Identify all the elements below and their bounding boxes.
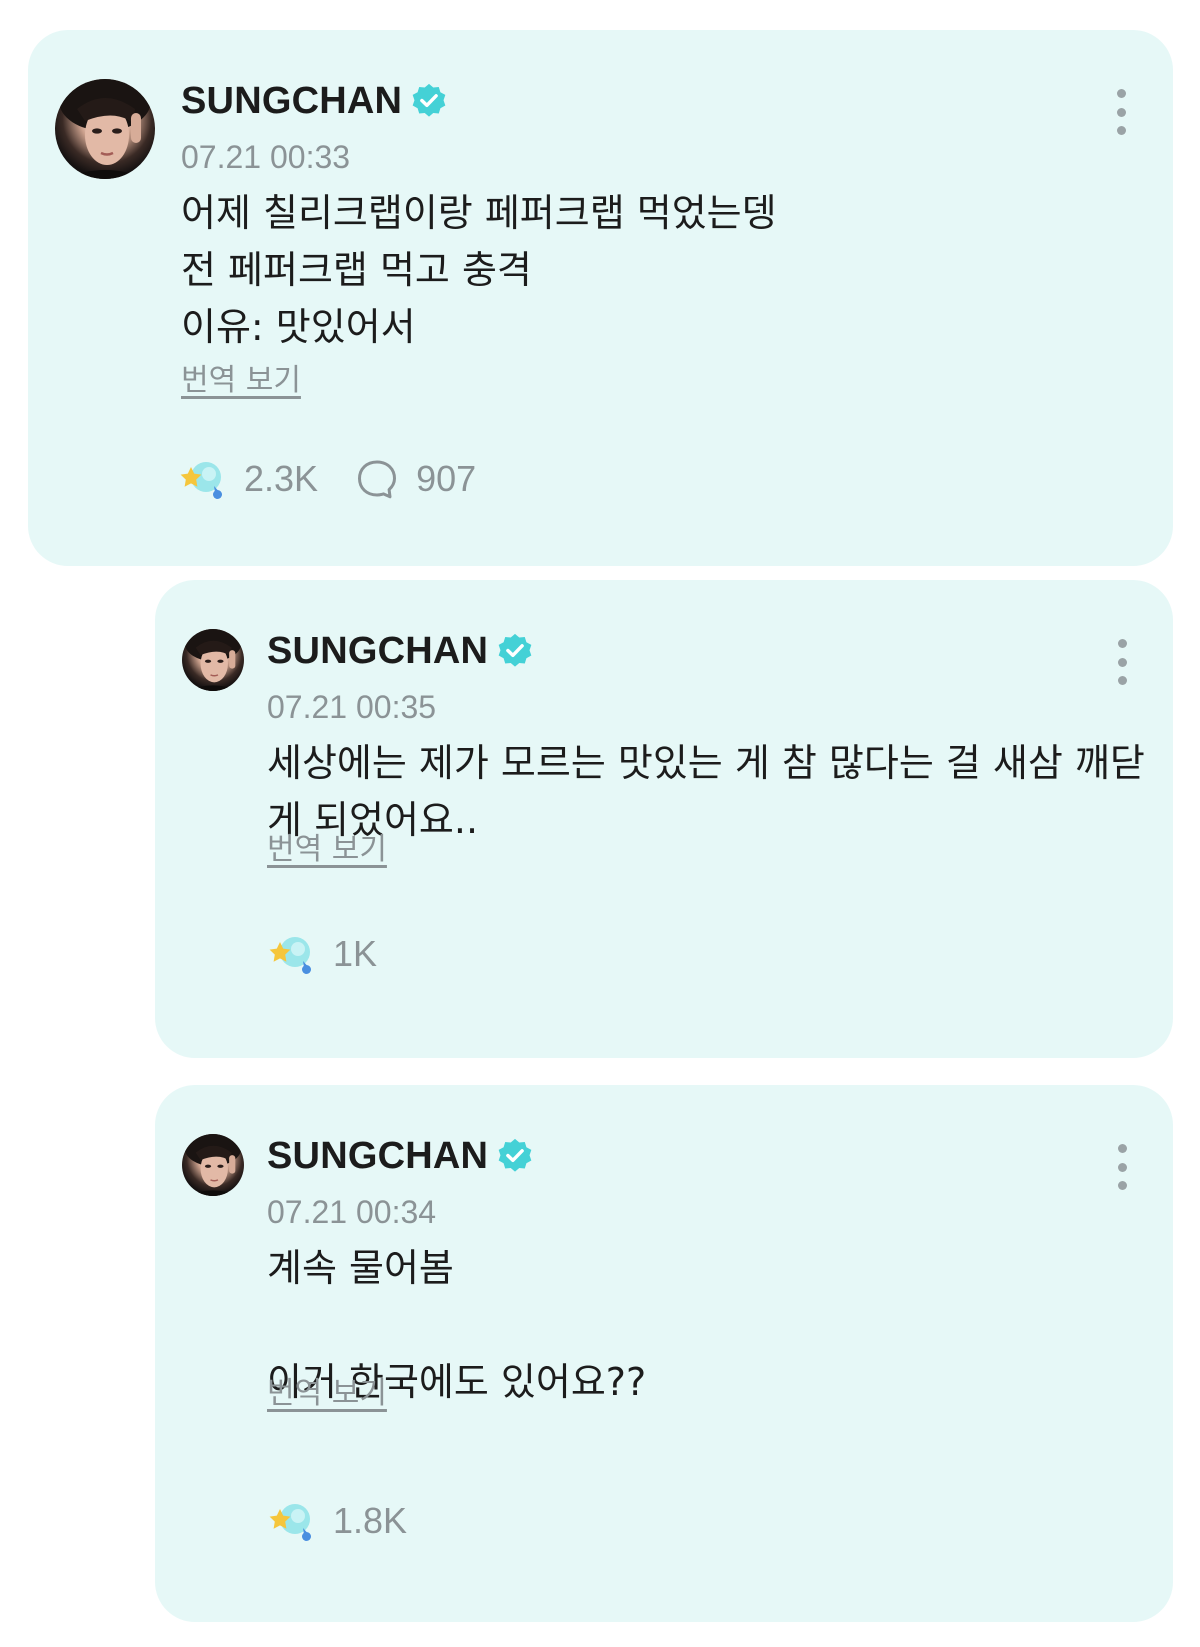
timestamp: 07.21 00:34 xyxy=(267,1194,437,1230)
avatar[interactable] xyxy=(182,629,244,691)
avatar[interactable] xyxy=(55,79,155,179)
translate-link[interactable]: 번역 보기 xyxy=(181,366,301,396)
reply-card: SUNGCHAN 07.21 00:34 계속 물어봄 이거 한국에도 있어요?… xyxy=(155,1085,1173,1622)
reaction-count: 2.3K xyxy=(244,458,319,499)
reaction-count: 1.8K xyxy=(333,1500,408,1541)
comment-icon[interactable] xyxy=(356,458,398,500)
translate-link[interactable]: 번역 보기 xyxy=(267,835,387,865)
verified-badge-icon xyxy=(410,82,448,120)
more-options-icon[interactable] xyxy=(1115,639,1129,685)
reaction-count: 1K xyxy=(333,933,378,974)
verified-badge-icon xyxy=(496,1137,534,1175)
author-name[interactable]: SUNGCHAN xyxy=(181,82,402,120)
reaction-icon[interactable] xyxy=(267,1497,315,1545)
post-header: SUNGCHAN xyxy=(267,1137,534,1175)
author-name[interactable]: SUNGCHAN xyxy=(267,632,488,670)
more-options-icon[interactable] xyxy=(1115,1144,1129,1190)
post-header: SUNGCHAN xyxy=(181,82,448,120)
translate-link[interactable]: 번역 보기 xyxy=(267,1379,387,1409)
author-name[interactable]: SUNGCHAN xyxy=(267,1137,488,1175)
reaction-icon[interactable] xyxy=(178,455,226,503)
avatar[interactable] xyxy=(182,1134,244,1196)
post-stats: 2.3K 907 xyxy=(178,455,476,503)
reply-card: SUNGCHAN 07.21 00:35 세상에는 제가 모르는 맛있는 게 참… xyxy=(155,580,1173,1058)
post-header: SUNGCHAN xyxy=(267,632,534,670)
post-text: 어제 칠리크랩이랑 페퍼크랩 먹었는뎅 전 페퍼크랩 먹고 충격 이유: 맛있어… xyxy=(181,191,777,349)
verified-badge-icon xyxy=(496,632,534,670)
timestamp: 07.21 00:33 xyxy=(181,139,351,175)
more-options-icon[interactable] xyxy=(1114,89,1128,135)
post-text: 계속 물어봄 이거 한국에도 있어요?? xyxy=(267,1246,647,1404)
post-stats: 1.8K xyxy=(267,1497,407,1545)
post-card: SUNGCHAN 07.21 00:33 어제 칠리크랩이랑 페퍼크랩 먹었는뎅… xyxy=(28,30,1173,566)
timestamp: 07.21 00:35 xyxy=(267,689,437,725)
post-text: 세상에는 제가 모르는 맛있는 게 참 많다는 걸 새삼 깨닫게 되었어요.. xyxy=(267,741,1145,842)
post-stats: 1K xyxy=(267,930,377,978)
comment-count: 907 xyxy=(416,458,477,499)
reaction-icon[interactable] xyxy=(267,930,315,978)
